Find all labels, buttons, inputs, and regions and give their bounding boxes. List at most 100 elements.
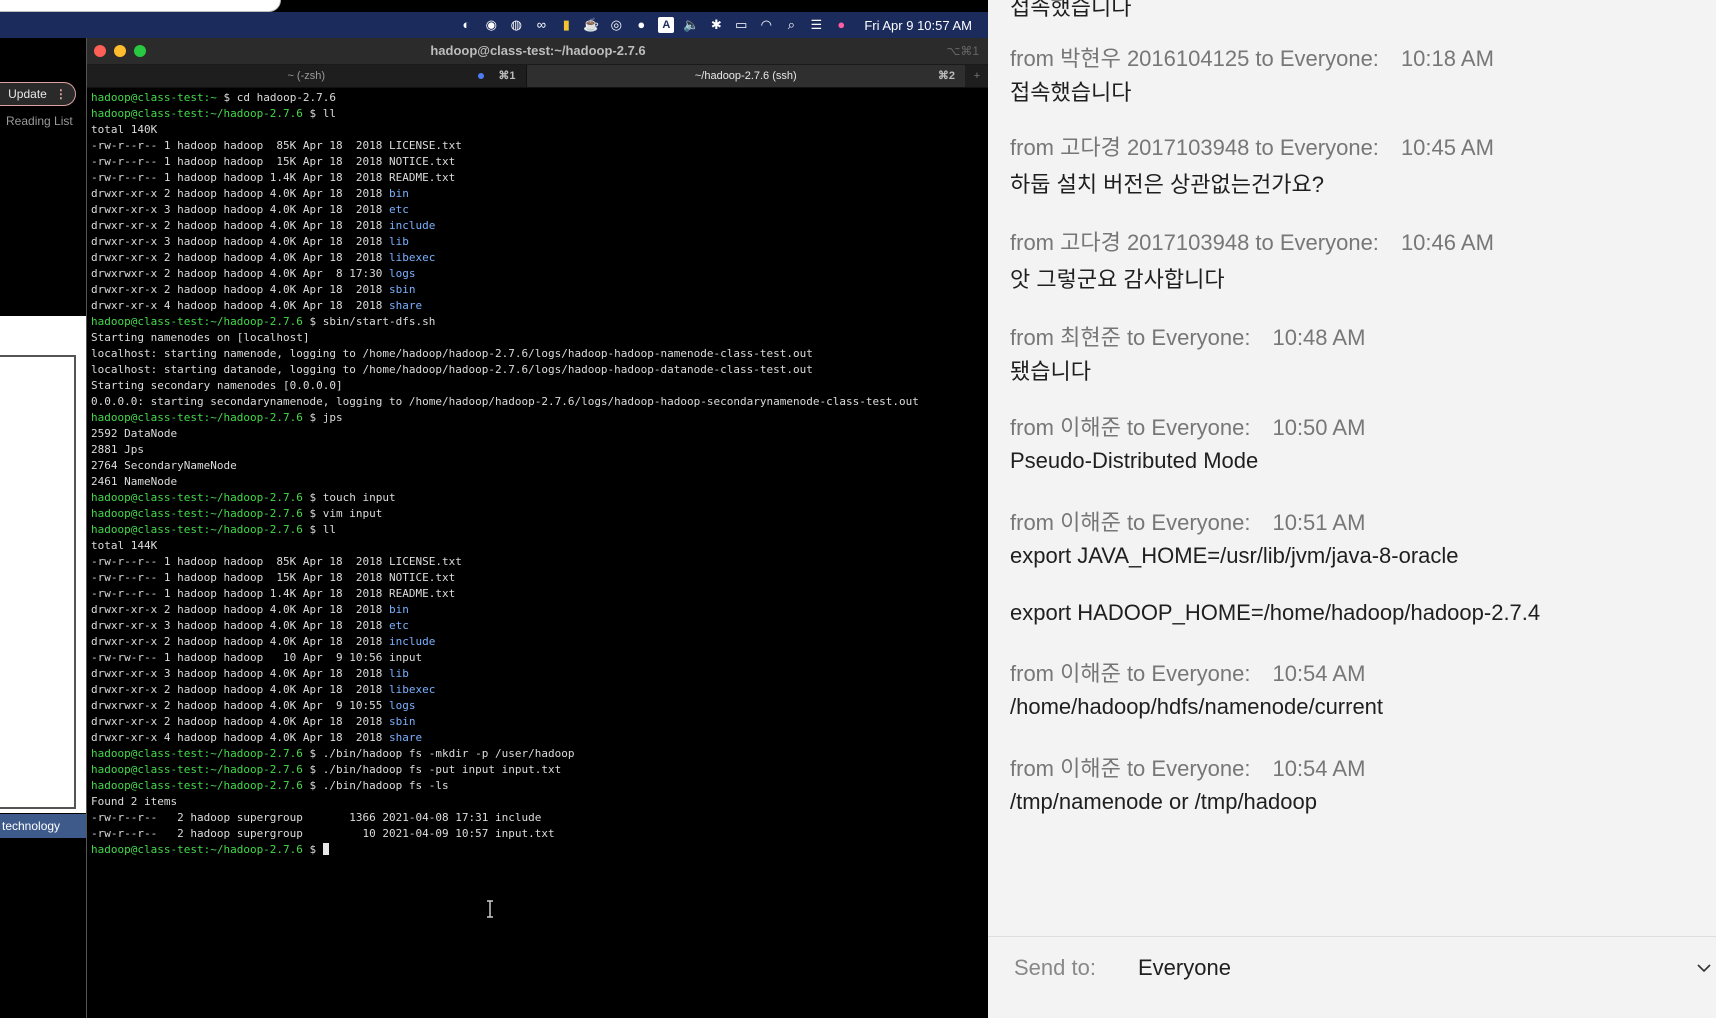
file-attributes: drwxr-xr-x 2 hadoop hadoop 4.0K Apr 18 2…	[91, 603, 390, 616]
shell-prompt: hadoop@class-test:~/hadoop-2.7.6	[91, 843, 303, 856]
control-center-icon[interactable]: ☰	[808, 17, 824, 33]
shield-icon[interactable]: ◉	[483, 17, 499, 33]
bluetooth-icon[interactable]: ✱	[708, 17, 724, 33]
reading-list-button[interactable]: Reading List	[6, 114, 73, 128]
terminal-tab-bar: ~ (-zsh) ⌘1 ~/hadoop-2.7.6 (ssh) ⌘2 +	[87, 65, 988, 88]
terminal-line: -rw-r--r-- 1 hadoop hadoop 15K Apr 18 20…	[91, 154, 988, 170]
file-attributes: drwxr-xr-x 3 hadoop hadoop 4.0K Apr 18 2…	[91, 235, 390, 248]
terminal-line: localhost: starting datanode, logging to…	[91, 362, 988, 378]
chat-message-text: /tmp/namenode or /tmp/hadoop	[1010, 789, 1317, 814]
terminal-window[interactable]: hadoop@class-test:~/hadoop-2.7.6 ⌥⌘1 ~ (…	[86, 38, 988, 1018]
sync-icon[interactable]: ●	[633, 17, 649, 33]
file-attributes: drwxr-xr-x 2 hadoop hadoop 4.0K Apr 18 2…	[91, 251, 390, 264]
terminal-line: drwxr-xr-x 4 hadoop hadoop 4.0K Apr 18 2…	[91, 298, 988, 314]
text-input-icon[interactable]: A	[658, 17, 675, 33]
shell-command: $ ll	[302, 107, 337, 120]
chat-message-header: from 박현우 2016104125 to Everyone: 10:18 AM	[1010, 41, 1494, 73]
file-attributes: drwxr-xr-x 4 hadoop hadoop 4.0K Apr 18 2…	[91, 731, 390, 744]
terminal-line: drwxr-xr-x 3 hadoop hadoop 4.0K Apr 18 2…	[91, 618, 988, 634]
chevron-down-icon[interactable]	[1696, 960, 1712, 976]
file-name: input	[389, 651, 423, 664]
directory-name: include	[389, 219, 436, 232]
command-output: 2764 SecondaryNameNode	[91, 459, 237, 472]
command-output: total 140K	[91, 123, 158, 136]
terminal-line: hadoop@class-test:~ $ cd hadoop-2.7.6	[91, 90, 988, 106]
browser-update-button[interactable]: Update ⋮	[0, 82, 76, 106]
chat-message-text: 앗 그렇군요 감사합니다	[1010, 267, 1225, 292]
menubar-tray: ◐ ◉ ◍ ∞ ▮ ☕ ◎ ● A 🔈 ✱ ▭ ◠ ⌕ ☰ ● Fri Apr …	[458, 12, 972, 38]
file-attributes: drwxr-xr-x 2 hadoop hadoop 4.0K Apr 18 2…	[91, 683, 390, 696]
message-time: 10:46 AM	[1400, 230, 1494, 255]
shell-command: $ vim input	[302, 507, 383, 520]
message-sender: from 고다경 2017103948 to Everyone:	[1010, 135, 1379, 160]
terminal-line: drwxr-xr-x 2 hadoop hadoop 4.0K Apr 18 2…	[91, 602, 988, 618]
file-attributes: -rw-r--r-- 1 hadoop hadoop 85K Apr 18 20…	[91, 555, 390, 568]
terminal-line: 2764 SecondaryNameNode	[91, 458, 988, 474]
chat-message-text: /home/hadoop/hdfs/namenode/current	[1010, 694, 1384, 719]
messenger-icon[interactable]: ◐	[458, 17, 474, 33]
wifi-icon[interactable]: ◠	[758, 17, 774, 33]
send-to-select[interactable]: Everyone	[1138, 955, 1231, 981]
chat-message-text: 됐습니다	[1010, 359, 1091, 384]
chat-bubble-icon[interactable]: ◍	[508, 17, 524, 33]
chat-panel: 접속했습니다 from 박현우 2016104125 to Everyone: 10…	[988, 0, 1716, 1018]
file-attributes: drwxr-xr-x 4 hadoop hadoop 4.0K Apr 18 2…	[91, 299, 390, 312]
menubar-clock[interactable]: Fri Apr 9 10:57 AM	[864, 18, 972, 33]
terminal-line: Found 2 items	[91, 794, 988, 810]
terminal-line: drwxr-xr-x 2 hadoop hadoop 4.0K Apr 18 2…	[91, 250, 988, 266]
message-sender: from 박현우 2016104125 to Everyone:	[1010, 46, 1379, 71]
terminal-titlebar[interactable]: hadoop@class-test:~/hadoop-2.7.6 ⌥⌘1	[87, 38, 988, 65]
command-output: 2592 DataNode	[91, 427, 178, 440]
directory-name: bin	[389, 187, 409, 200]
file-attributes: -rw-r--r-- 1 hadoop hadoop 1.4K Apr 18 2…	[91, 171, 390, 184]
directory-name: logs	[389, 699, 416, 712]
terminal-line: drwxr-xr-x 3 hadoop hadoop 4.0K Apr 18 2…	[91, 666, 988, 682]
shell-prompt: hadoop@class-test:~/hadoop-2.7.6	[91, 507, 303, 520]
bookmark-icon[interactable]: ▮	[558, 17, 574, 33]
technology-tag[interactable]: technology	[0, 814, 86, 838]
terminal-output[interactable]: hadoop@class-test:~ $ cd hadoop-2.7.6 had…	[87, 88, 988, 858]
volume-icon[interactable]: 🔈	[683, 17, 699, 33]
terminal-line: 2881 Jps	[91, 442, 988, 458]
directory-name: libexec	[389, 683, 436, 696]
creative-cloud-icon[interactable]: ◎	[608, 17, 624, 33]
shell-command: $ ./bin/hadoop fs -mkdir -p /user/hadoop	[302, 747, 575, 760]
file-name: LICENSE.txt	[389, 139, 462, 152]
shell-prompt: hadoop@class-test:~/hadoop-2.7.6	[91, 315, 303, 328]
siri-icon[interactable]: ●	[833, 17, 849, 33]
command-output: localhost: starting datanode, logging to…	[91, 363, 813, 376]
file-attributes: drwxrwxr-x 2 hadoop hadoop 4.0K Apr 9 10…	[91, 699, 390, 712]
text-cursor-icon	[487, 900, 493, 918]
glasses-icon[interactable]: ∞	[533, 17, 549, 33]
file-attributes: drwxr-xr-x 2 hadoop hadoop 4.0K Apr 18 2…	[91, 219, 390, 232]
file-attributes: drwxr-xr-x 2 hadoop hadoop 4.0K Apr 18 2…	[91, 283, 390, 296]
command-output: total 144K	[91, 539, 158, 552]
command-output: -rw-r--r-- 2 hadoop supergroup 1366 2021…	[91, 811, 542, 824]
message-time: 10:54 AM	[1272, 661, 1366, 686]
terminal-line: 0.0.0.0: starting secondarynamenode, log…	[91, 394, 988, 410]
terminal-line: -rw-r--r-- 1 hadoop hadoop 85K Apr 18 20…	[91, 138, 988, 154]
tab-zsh[interactable]: ~ (-zsh) ⌘1	[87, 65, 527, 87]
shell-command: $	[302, 843, 323, 856]
directory-name: share	[389, 299, 423, 312]
tab-shortcut: ⌘2	[937, 70, 956, 82]
battery-icon[interactable]: ▭	[733, 17, 749, 33]
terminal-line: drwxr-xr-x 2 hadoop hadoop 4.0K Apr 18 2…	[91, 682, 988, 698]
file-name: NOTICE.txt	[389, 571, 456, 584]
message-sender: from 이해준 to Everyone:	[1010, 661, 1251, 686]
more-icon: ⋮	[54, 87, 67, 101]
spotlight-icon[interactable]: ⌕	[783, 17, 799, 33]
terminal-line: -rw-r--r-- 1 hadoop hadoop 1.4K Apr 18 2…	[91, 586, 988, 602]
coffee-icon[interactable]: ☕	[583, 17, 599, 33]
terminal-line: Starting secondary namenodes [0.0.0.0]	[91, 378, 988, 394]
directory-name: lib	[389, 235, 409, 248]
chat-message-text: export HADOOP_HOME=/home/hadoop/hadoop-2…	[1010, 600, 1541, 625]
shell-prompt: hadoop@class-test:~/hadoop-2.7.6	[91, 523, 303, 536]
terminal-line: hadoop@class-test:~/hadoop-2.7.6 $ touch…	[91, 490, 988, 506]
new-tab-button[interactable]: +	[965, 65, 988, 87]
tab-hadoop-ssh[interactable]: ~/hadoop-2.7.6 (ssh) ⌘2	[526, 65, 966, 87]
directory-name: bin	[389, 603, 409, 616]
directory-name: logs	[389, 267, 416, 280]
chat-message-header: from 최현준 to Everyone: 10:48 AM	[1010, 320, 1365, 352]
file-attributes: drwxr-xr-x 2 hadoop hadoop 4.0K Apr 18 2…	[91, 635, 390, 648]
